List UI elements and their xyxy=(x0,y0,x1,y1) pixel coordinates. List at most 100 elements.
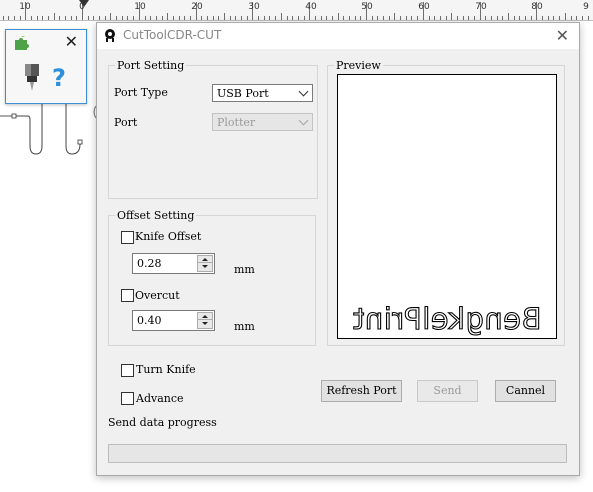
ruler-tick xyxy=(269,16,271,20)
knife-offset-value: 0.28 xyxy=(137,257,162,270)
preview-canvas: BengkelPrint xyxy=(337,74,557,339)
ruler-tick xyxy=(519,16,521,20)
ruler-tick xyxy=(559,16,561,20)
ruler-tick xyxy=(150,16,152,20)
decrement-button[interactable] xyxy=(197,319,213,329)
ruler-tick xyxy=(542,16,544,20)
ruler-tick xyxy=(184,16,186,20)
ruler-tick xyxy=(326,16,328,20)
ruler-tick xyxy=(349,16,350,20)
progress-label: Send data progress xyxy=(108,416,217,429)
cut-tool-dialog: CutToolCDR-CUT ✕ Port Setting Port Type … xyxy=(96,22,580,476)
ruler-tick xyxy=(178,16,180,20)
overcut-checkbox[interactable] xyxy=(121,289,134,302)
ruler-tick xyxy=(508,13,509,20)
ruler-tick xyxy=(377,16,379,20)
ruler-tick xyxy=(224,13,225,20)
cancel-button[interactable]: Cannel xyxy=(495,380,556,402)
ruler-tick xyxy=(371,16,373,20)
close-icon[interactable]: ✕ xyxy=(65,34,78,50)
refresh-port-button[interactable]: Refresh Port xyxy=(321,380,402,402)
ruler-tick xyxy=(570,16,572,20)
help-icon[interactable]: ? xyxy=(52,64,66,92)
overcut-label: Overcut xyxy=(135,289,180,302)
send-button[interactable]: Send xyxy=(417,380,478,402)
turn-knife-checkbox[interactable] xyxy=(121,364,134,377)
ruler-tick xyxy=(530,16,532,20)
ruler-tick xyxy=(394,13,396,20)
ruler-tick xyxy=(297,16,299,20)
ruler-tick xyxy=(491,16,492,20)
knife-offset-unit: mm xyxy=(234,263,255,276)
overcut-stepper[interactable]: 0.40 xyxy=(132,310,215,331)
ruler-tick xyxy=(360,16,362,20)
ruler-tick xyxy=(428,16,430,20)
ruler-tick xyxy=(116,16,118,20)
ruler-tick xyxy=(286,16,288,20)
ruler-tick xyxy=(462,16,464,20)
ruler-tick xyxy=(133,16,135,20)
ruler-tick xyxy=(354,16,356,20)
chevron-down-icon xyxy=(298,86,309,97)
ruler-tick xyxy=(513,16,515,20)
puzzle-icon[interactable] xyxy=(14,36,30,50)
port-value: Plotter xyxy=(217,116,256,129)
ruler-tick xyxy=(53,13,55,20)
ruler-label: 20 xyxy=(191,2,203,12)
advance-checkbox[interactable] xyxy=(121,392,134,405)
preview-legend: Preview xyxy=(336,59,381,72)
decrement-button[interactable] xyxy=(197,262,213,272)
ruler-tick xyxy=(553,16,555,20)
ruler-tick xyxy=(343,16,345,20)
overcut-unit: mm xyxy=(234,320,255,333)
ruler-tick xyxy=(263,16,265,20)
app-logo-icon xyxy=(105,29,115,42)
ruler-tick xyxy=(121,16,123,20)
ruler-tick xyxy=(439,16,441,20)
turn-knife-label: Turn Knife xyxy=(136,363,196,376)
ruler-label: 10 xyxy=(134,2,146,12)
ruler-tick xyxy=(212,16,214,20)
ruler-tick xyxy=(388,16,390,20)
dialog-titlebar[interactable]: CutToolCDR-CUT ✕ xyxy=(97,23,579,49)
close-icon[interactable]: ✕ xyxy=(556,26,569,45)
ruler-tick xyxy=(241,16,242,20)
ruler-tick xyxy=(405,16,407,20)
ruler-origin-marker xyxy=(79,0,89,7)
cutter-knife-icon[interactable] xyxy=(22,64,42,92)
ruler-label: 30 xyxy=(248,2,260,12)
preview-mirrored-text: BengkelPrint xyxy=(352,301,542,336)
ruler-tick xyxy=(201,16,203,20)
ruler-tick xyxy=(496,16,498,20)
ruler-tick xyxy=(172,16,174,20)
advance-label: Advance xyxy=(136,392,184,405)
ruler-tick xyxy=(235,16,237,20)
ruler-tick xyxy=(337,13,339,20)
ruler-tick xyxy=(303,16,305,20)
ruler-tick xyxy=(485,16,487,20)
knife-offset-checkbox[interactable] xyxy=(121,231,134,244)
ruler-tick xyxy=(127,16,129,20)
ruler-tick xyxy=(110,13,112,20)
overcut-value: 0.40 xyxy=(137,314,162,327)
ruler-tick xyxy=(564,13,566,20)
ruler-label: 70 xyxy=(475,2,487,12)
ruler-tick xyxy=(547,16,549,20)
knife-offset-stepper[interactable]: 0.28 xyxy=(132,253,215,274)
port-type-value: USB Port xyxy=(217,87,269,100)
ruler-tick xyxy=(167,13,169,20)
ruler-tick xyxy=(451,13,453,20)
ruler-label: 50 xyxy=(361,2,373,12)
port-type-select[interactable]: USB Port xyxy=(212,84,313,102)
port-select[interactable]: Plotter xyxy=(212,113,313,131)
ruler-tick xyxy=(417,16,419,20)
ruler-tick xyxy=(144,16,146,20)
ruler-tick xyxy=(275,16,277,20)
offset-setting-legend: Offset Setting xyxy=(117,209,195,222)
ruler-tick xyxy=(292,16,294,20)
ruler-tick xyxy=(314,16,316,20)
ruler-tick xyxy=(104,16,106,20)
ruler-tick xyxy=(411,16,413,20)
knife-offset-label: Knife Offset xyxy=(135,230,202,243)
ruler-tick xyxy=(189,16,191,20)
